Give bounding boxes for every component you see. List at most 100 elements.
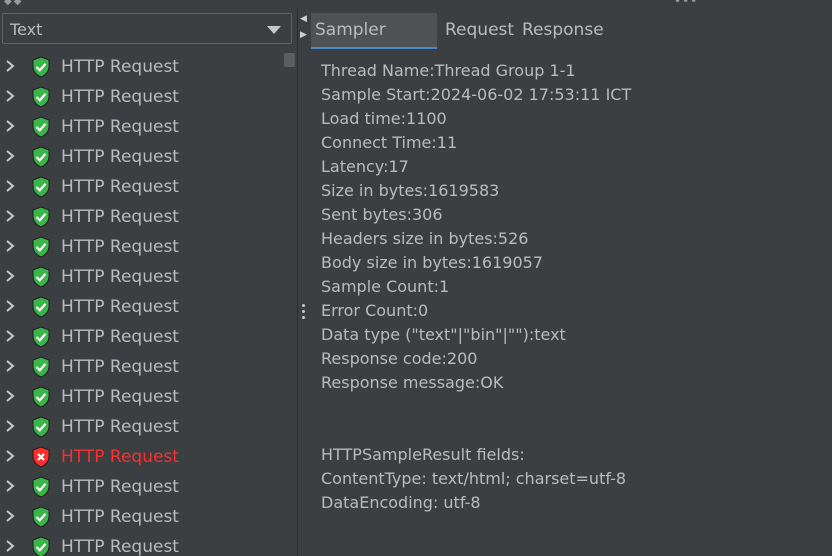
result-line: HTTPSampleResult fields: — [321, 445, 525, 464]
success-shield-icon — [32, 116, 50, 138]
results-tree-panel: Text HTTP Request HTTP Request HTTP Reques… — [0, 8, 297, 556]
chevron-right-icon[interactable] — [4, 238, 16, 254]
success-shield-icon — [32, 176, 50, 198]
tree-row[interactable]: HTTP Request — [0, 443, 283, 473]
success-shield-icon — [32, 296, 50, 318]
tree-row[interactable]: HTTP Request — [0, 413, 283, 443]
tree-row[interactable]: HTTP Request — [0, 383, 283, 413]
tree-row-label: HTTP Request — [61, 327, 179, 347]
tree-row-label: HTTP Request — [61, 357, 179, 377]
tree-row-label: HTTP Request — [61, 147, 179, 167]
chevron-right-icon[interactable] — [4, 88, 16, 104]
chevron-right-icon[interactable] — [4, 298, 16, 314]
tree-row[interactable]: HTTP Request — [0, 533, 283, 556]
chevron-right-icon[interactable] — [4, 268, 16, 284]
result-line: Data type ("text"|"bin"|""):text — [321, 325, 566, 344]
success-shield-icon — [32, 476, 50, 498]
tree-row[interactable]: HTTP Request — [0, 473, 283, 503]
tree-row[interactable]: HTTP Request — [0, 233, 283, 263]
chevron-right-icon[interactable] — [4, 418, 16, 434]
tree-row[interactable]: HTTP Request — [0, 203, 283, 233]
drag-handle-icon[interactable] — [302, 304, 306, 322]
tree-row[interactable]: HTTP Request — [0, 143, 283, 173]
chevron-right-icon[interactable] — [4, 448, 16, 464]
tree-row-label: HTTP Request — [61, 447, 179, 467]
chevron-right-icon[interactable] — [4, 478, 16, 494]
tree-row-label: HTTP Request — [61, 507, 179, 527]
tree-row-label: HTTP Request — [61, 417, 179, 437]
chevron-right-icon[interactable] — [4, 538, 16, 554]
tab-sampler-result[interactable]: Sampler result — [311, 13, 437, 74]
success-shield-icon — [32, 266, 50, 288]
tree-row[interactable]: HTTP Request — [0, 293, 283, 323]
tab-request[interactable]: Request — [441, 13, 514, 49]
result-line: Sample Count:1 — [321, 277, 450, 296]
tree-row-label: HTTP Request — [61, 177, 179, 197]
result-line: Latency:17 — [321, 157, 409, 176]
tree-row[interactable]: HTTP Request — [0, 173, 283, 203]
result-line: ContentType: text/html; charset=utf-8 — [321, 469, 627, 488]
chevron-right-icon[interactable] — [4, 118, 16, 134]
success-shield-icon — [32, 326, 50, 348]
tree-row[interactable]: HTTP Request — [0, 323, 283, 353]
tree-row-label: HTTP Request — [61, 207, 179, 227]
success-shield-icon — [32, 416, 50, 438]
chevron-right-icon[interactable] — [4, 388, 16, 404]
renderer-select[interactable]: Text — [2, 13, 292, 44]
tree-row-label: HTTP Request — [61, 297, 179, 317]
tree-row-label: HTTP Request — [61, 387, 179, 407]
tree-scrollbar[interactable] — [283, 53, 297, 556]
tree-row[interactable]: HTTP Request — [0, 53, 283, 83]
chevron-right-icon[interactable] — [4, 208, 16, 224]
collapse-arrows-icon[interactable]: ◆◆ — [4, 0, 23, 7]
expand-right-icon[interactable]: ▶ — [300, 30, 307, 40]
chevron-right-icon[interactable] — [4, 358, 16, 374]
chevron-down-icon[interactable] — [267, 26, 281, 34]
tree-row[interactable]: HTTP Request — [0, 263, 283, 293]
overflow-dots-icon[interactable]: ••• — [674, 0, 698, 8]
split-pane-divider[interactable]: ◀ ▶ — [297, 8, 311, 556]
result-line: Sent bytes:306 — [321, 205, 443, 224]
result-detail-panel: Sampler resultRequestResponse data Threa… — [311, 8, 832, 556]
success-shield-icon — [32, 356, 50, 378]
result-line: Sample Start:2024-06-02 17:53:11 ICT — [321, 85, 632, 104]
tree-row-label: HTTP Request — [61, 237, 179, 257]
tree-row-label: HTTP Request — [61, 117, 179, 137]
result-line: Connect Time:11 — [321, 133, 458, 152]
chevron-right-icon[interactable] — [4, 508, 16, 524]
result-line: Thread Name:Thread Group 1-1 — [321, 61, 576, 80]
result-tabs: Sampler resultRequestResponse data — [311, 13, 832, 74]
result-line: DataEncoding: utf-8 — [321, 493, 481, 512]
renderer-select-value: Text — [10, 20, 43, 39]
tree-row[interactable]: HTTP Request — [0, 503, 283, 533]
sampler-result-text[interactable]: Thread Name:Thread Group 1-1 Sample Start… — [311, 51, 832, 556]
chevron-right-icon[interactable] — [4, 328, 16, 344]
chevron-right-icon[interactable] — [4, 148, 16, 164]
result-line: Size in bytes:1619583 — [321, 181, 500, 200]
result-line: Response code:200 — [321, 349, 478, 368]
collapse-left-icon[interactable]: ◀ — [300, 14, 307, 24]
success-shield-icon — [32, 56, 50, 78]
success-shield-icon — [32, 386, 50, 408]
top-strip: ◆◆ ••• — [0, 0, 832, 8]
chevron-right-icon[interactable] — [4, 178, 16, 194]
result-line: Body size in bytes:1619057 — [321, 253, 543, 272]
result-line: Headers size in bytes:526 — [321, 229, 529, 248]
success-shield-icon — [32, 206, 50, 228]
tree-row-label: HTTP Request — [61, 537, 179, 556]
tree-row-label: HTTP Request — [61, 267, 179, 287]
success-shield-icon — [32, 86, 50, 108]
chevron-right-icon[interactable] — [4, 58, 16, 74]
error-shield-icon — [32, 446, 50, 468]
result-line: Error Count:0 — [321, 301, 429, 320]
success-shield-icon — [32, 506, 50, 528]
tab-response-data[interactable]: Response data — [518, 13, 642, 74]
success-shield-icon — [32, 146, 50, 168]
tree-row-label: HTTP Request — [61, 87, 179, 107]
tree-row-label: HTTP Request — [61, 57, 179, 77]
tree-row[interactable]: HTTP Request — [0, 353, 283, 383]
tree-row-label: HTTP Request — [61, 477, 179, 497]
tree-scrollbar-thumb[interactable] — [284, 53, 295, 67]
tree-row[interactable]: HTTP Request — [0, 113, 283, 143]
tree-row[interactable]: HTTP Request — [0, 83, 283, 113]
